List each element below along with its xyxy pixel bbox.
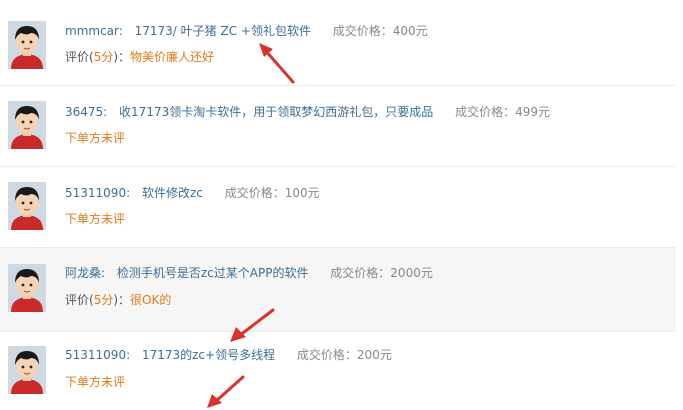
avatar-icon[interactable] <box>8 264 46 312</box>
review-rating-line: 评价(5分)：很OK的 <box>65 291 171 308</box>
deal-price: 成交价格：200元 <box>296 348 392 362</box>
deal-price: 成交价格：400元 <box>332 24 428 38</box>
rating-score: 5分 <box>93 293 114 307</box>
review-rating-line: 评价(5分)：物美价廉人还好 <box>65 48 214 65</box>
buyer-name[interactable]: 36475: <box>65 105 107 119</box>
deal-price: 成交价格：499元 <box>455 105 550 119</box>
rating-label: 评价( <box>65 293 94 307</box>
rating-close: )： <box>113 293 131 307</box>
review-title-line: 51311090: 软件修改zc 成交价格：100元 <box>65 184 320 201</box>
avatar-icon[interactable] <box>8 21 46 69</box>
buyer-name[interactable]: 51311090: <box>65 348 130 362</box>
rating-label: 评价( <box>65 50 94 64</box>
review-comment: 物美价廉人还好 <box>130 50 215 64</box>
annotation-arrow-icon <box>207 375 245 408</box>
review-row: 51311090: 17173的zc+领号多线程 成交价格：200元 下单方未评 <box>0 332 676 410</box>
review-title-line: mmmcar: 17173/ 叶子猪 ZC +领礼包软件 成交价格：400元 <box>65 22 428 39</box>
buyer-name[interactable]: 51311090: <box>65 186 130 200</box>
review-title-line: 36475: 收17173领卡淘卡软件，用于领取梦幻西游礼包，只要成品 成交价格… <box>65 103 550 120</box>
buyer-name[interactable]: mmmcar: <box>65 24 123 38</box>
review-row: mmmcar: 17173/ 叶子猪 ZC +领礼包软件 成交价格：400元 评… <box>0 0 676 86</box>
review-row: 36475: 收17173领卡淘卡软件，用于领取梦幻西游礼包，只要成品 成交价格… <box>0 86 676 167</box>
rating-close: )： <box>113 50 131 64</box>
annotation-arrow-icon <box>259 43 295 84</box>
job-title-link[interactable]: 软件修改zc <box>142 186 203 200</box>
annotation-arrow-icon <box>230 308 275 342</box>
deal-price: 成交价格：100元 <box>224 186 320 200</box>
avatar-icon[interactable] <box>8 346 46 394</box>
review-status: 下单方未评 <box>65 131 126 145</box>
review-comment: 很OK的 <box>130 293 172 307</box>
review-row: 51311090: 软件修改zc 成交价格：100元 下单方未评 <box>0 167 676 248</box>
review-row: 阿龙桑: 检测手机号是否zc过某个APP的软件 成交价格：2000元 评价(5分… <box>0 248 676 332</box>
job-title-link[interactable]: 收17173领卡淘卡软件，用于领取梦幻西游礼包，只要成品 <box>119 105 433 119</box>
review-title-line: 51311090: 17173的zc+领号多线程 成交价格：200元 <box>65 346 392 363</box>
deal-price: 成交价格：2000元 <box>330 266 433 280</box>
job-title-link[interactable]: 17173/ 叶子猪 ZC +领礼包软件 <box>135 24 311 38</box>
buyer-name[interactable]: 阿龙桑: <box>65 266 105 280</box>
avatar-icon[interactable] <box>8 101 46 149</box>
job-title-link[interactable]: 检测手机号是否zc过某个APP的软件 <box>117 266 309 280</box>
rating-score: 5分 <box>93 50 114 64</box>
review-status: 下单方未评 <box>65 375 126 389</box>
review-status: 下单方未评 <box>65 212 126 226</box>
review-title-line: 阿龙桑: 检测手机号是否zc过某个APP的软件 成交价格：2000元 <box>65 264 433 281</box>
avatar-icon[interactable] <box>8 182 46 230</box>
job-title-link[interactable]: 17173的zc+领号多线程 <box>142 348 275 362</box>
